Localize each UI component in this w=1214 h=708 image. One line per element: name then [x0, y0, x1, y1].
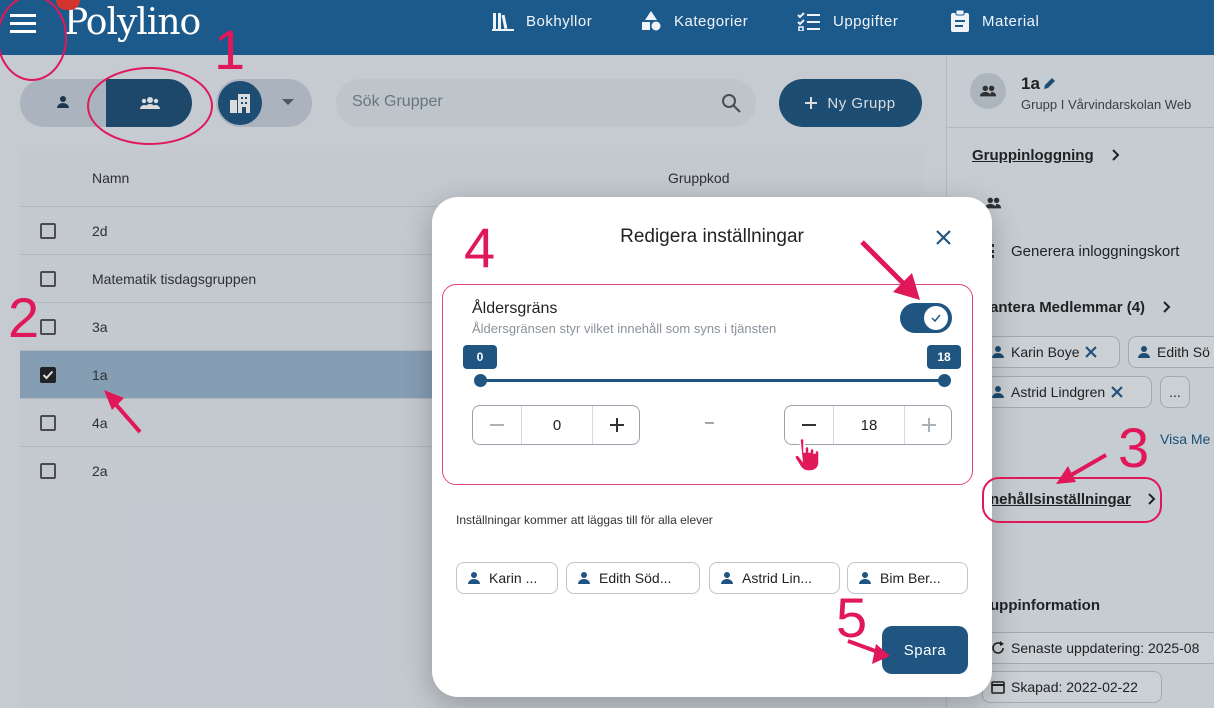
annotation-circle-menu: [0, 0, 67, 81]
annotation-number-5: 5: [836, 586, 868, 649]
annotation-number-3: 3: [1118, 416, 1150, 479]
annotation-number-2: 2: [8, 286, 40, 349]
annotation-number-1: 1: [214, 18, 246, 81]
annotation-number-4: 4: [464, 216, 496, 279]
annotation-box-content-settings: [982, 477, 1162, 523]
annotation-circle-groups: [87, 67, 213, 145]
arrowhead-save: [872, 644, 890, 664]
arrowhead-row-1a: [104, 390, 124, 410]
annotation-overlay: [0, 0, 1162, 664]
